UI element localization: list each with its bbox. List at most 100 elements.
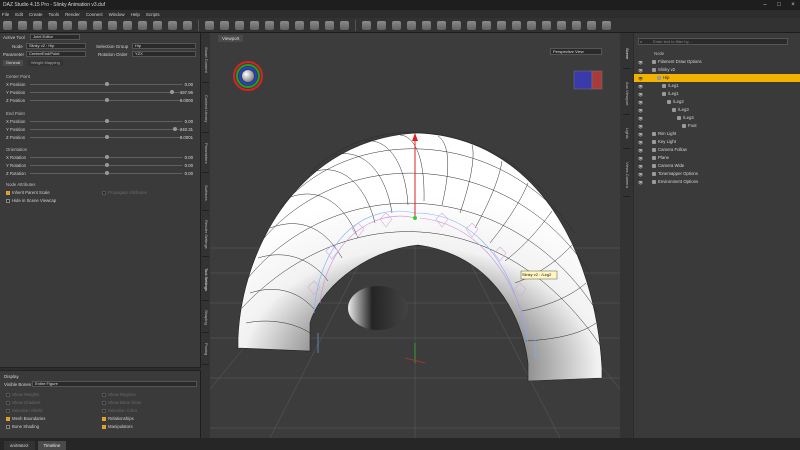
scene-tree-row[interactable]: 👁 /Leg1 [634,90,800,98]
globe-icon[interactable] [452,20,461,30]
tab-general[interactable]: General [3,60,24,66]
visibility-eye-icon[interactable]: 👁 [638,172,644,177]
tab-animate2[interactable]: aniMate2 [4,441,35,450]
property-slider[interactable]: Z Rotation 0.00 [0,170,201,177]
wire-icon[interactable] [572,20,581,30]
visible-bones-combo[interactable]: Entire Figure [32,381,197,387]
scene-tree-row[interactable]: 👁 /Leg4 [634,114,800,122]
slider-knob[interactable] [105,171,109,175]
menu-file[interactable]: File [2,12,9,17]
scene-tree-row[interactable]: 👁 Slinky v2 [634,66,800,74]
scene-tree-row[interactable]: 👁 Plane [634,154,800,162]
surface-selection-icon[interactable] [123,20,132,30]
scene-search-input[interactable]: Enter text to filter by... [638,38,788,45]
property-value[interactable]: 0.00 [185,82,193,87]
region-nav-icon[interactable] [138,20,147,30]
menu-help[interactable]: Help [131,12,140,17]
slider-knob[interactable] [105,135,109,139]
key-icon[interactable] [310,20,319,30]
tab-surfaces[interactable]: Surfaces [202,175,209,211]
camera-nav-widget[interactable] [233,61,263,91]
scene-tree-row[interactable]: 👁 /Leg2 [634,98,800,106]
frame-icon[interactable] [557,20,566,30]
visibility-eye-icon[interactable]: 👁 [638,164,644,169]
tab-tool-settings[interactable]: Tool Settings [202,259,209,301]
hide-scene-viewcap-checkbox[interactable] [6,199,10,203]
visibility-eye-icon[interactable]: 👁 [638,140,644,145]
scene-tree-row[interactable]: 👁 Filament Draw Options [634,58,800,66]
scene-tree-row[interactable]: 👁 Key Light [634,138,800,146]
menu-connect[interactable]: Connect [86,12,103,17]
slider-knob[interactable] [172,127,177,131]
property-slider[interactable]: Y Position 240.31 [0,126,201,133]
geometry-editor-icon[interactable] [168,20,177,30]
rotate-tool-icon[interactable] [33,20,42,30]
scene-tree-row[interactable]: 👁 /Leg1 [634,82,800,90]
prop-icon[interactable] [265,20,274,30]
menu-window[interactable]: Window [109,12,125,17]
mirror-icon[interactable] [497,20,506,30]
minimize-button[interactable]: – [758,2,772,8]
property-slider[interactable]: Z Position 0.0000 [0,97,201,104]
property-slider[interactable]: Y Rotation 0.00 [0,162,201,169]
display-option-checkbox[interactable] [6,409,10,413]
maximize-button[interactable]: □ [772,2,786,8]
visibility-eye-icon[interactable]: 👁 [638,116,644,121]
tab-content-library[interactable]: Content Library [202,85,209,133]
scene-tree-row[interactable]: 👁 Tonemapper Options [634,170,800,178]
viewport-canvas[interactable] [210,33,620,438]
tab-smart-content[interactable]: Smart Content [202,37,209,83]
scene-tree-row[interactable]: 👁 Rim Light [634,130,800,138]
display-option-checkbox[interactable] [102,409,106,413]
menu-scripts[interactable]: Scripts [146,12,160,17]
pane-splitter[interactable] [0,367,201,371]
viewport-pane[interactable]: Viewport Perspective View Slinky v2 : /L… [210,33,620,438]
property-value[interactable]: 0.0000 [180,98,193,103]
figure-icon[interactable] [235,20,244,30]
visibility-eye-icon[interactable]: 👁 [638,60,644,65]
property-value[interactable]: 197.96 [180,90,193,95]
slider-knob[interactable] [105,163,109,167]
monitor-icon[interactable] [422,20,431,30]
node-combo[interactable]: Slinky v2 : Hip [26,43,86,49]
slider-knob[interactable] [105,119,109,123]
visibility-eye-icon[interactable]: 👁 [638,124,644,129]
active-tool-combo[interactable]: Joint Editor [30,34,80,40]
render-settings-icon[interactable] [325,20,334,30]
visibility-eye-icon[interactable]: 👁 [638,92,644,97]
property-value[interactable]: 0.0001 [180,135,193,140]
menu-edit[interactable]: Edit [15,12,23,17]
bone-icon[interactable] [587,20,596,30]
visibility-eye-icon[interactable]: 👁 [638,76,644,81]
reset-icon[interactable] [542,20,551,30]
tab-lights[interactable]: Lights [623,119,630,149]
selection-group-combo[interactable]: Hip [132,43,196,49]
display-option-checkbox[interactable] [102,393,106,397]
visibility-eye-icon[interactable]: 👁 [638,180,644,185]
menu-render[interactable]: Render [65,12,80,17]
property-slider[interactable]: Y Position 197.96 [0,89,201,96]
tab-parameters[interactable]: Parameters [202,135,209,173]
slider-knob[interactable] [105,82,109,86]
tile-icon[interactable] [407,20,416,30]
tab-weight-mapping[interactable]: Weight Mapping [28,60,63,66]
visibility-eye-icon[interactable]: 👁 [638,84,644,89]
display-option-checkbox[interactable] [102,425,106,429]
scene-tree-row[interactable]: 👁 Environment Options [634,178,800,186]
scene-tree-row[interactable]: 👁 Foot [634,122,800,130]
transform-tool-icon[interactable] [93,20,102,30]
viewport-tab[interactable]: Viewport [218,35,244,42]
spot-render-icon[interactable] [183,20,192,30]
property-value[interactable]: 0.00 [185,163,193,168]
menu-tools[interactable]: Tools [49,12,60,17]
tab-shaping[interactable]: Shaping [202,303,209,333]
scale-tool-icon[interactable] [48,20,57,30]
center-icon[interactable] [527,20,536,30]
menu-create[interactable]: Create [29,12,43,17]
translate-tool-icon[interactable] [18,20,27,30]
view-icon[interactable] [205,20,214,30]
scene-tree-row[interactable]: 👁 /Leg3 [634,106,800,114]
slinky-mesh[interactable] [237,132,603,382]
rotation-order-combo[interactable]: YZX [132,51,196,57]
screen-icon[interactable] [392,20,401,30]
